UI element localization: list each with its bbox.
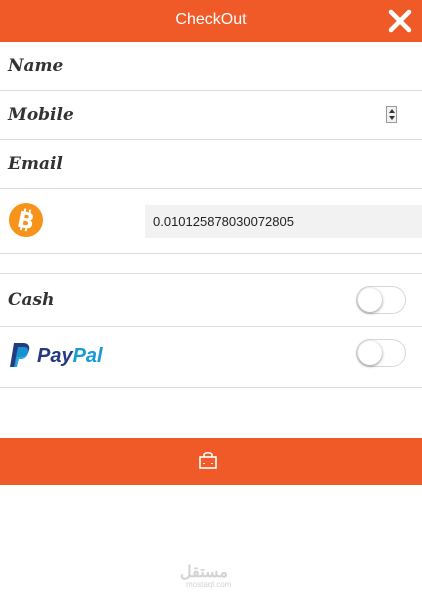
- email-input[interactable]: [60, 146, 382, 178]
- paypal-pal-text: Pal: [72, 345, 103, 367]
- watermark-text: مستقل: [180, 564, 228, 581]
- cash-label: Cash: [8, 290, 55, 310]
- name-row: Name: [0, 42, 422, 91]
- spinner-up-icon[interactable]: [389, 109, 395, 113]
- bitcoin-amount: 0.010125878030072805: [145, 205, 422, 238]
- paypal-toggle[interactable]: [356, 339, 406, 367]
- mobile-row: Mobile: [0, 91, 422, 140]
- paypal-toggle-knob: [358, 341, 382, 365]
- close-icon[interactable]: [387, 8, 413, 34]
- email-row: Email: [0, 140, 422, 189]
- name-input[interactable]: [60, 48, 382, 80]
- spacer-row: [0, 254, 422, 274]
- email-label: Email: [8, 154, 63, 174]
- watermark-url: mostaql.com: [186, 580, 232, 589]
- paypal-logo-text: PayPal: [37, 345, 103, 368]
- cash-row: Cash: [0, 274, 422, 327]
- cash-toggle-knob: [358, 288, 382, 312]
- cash-toggle[interactable]: [356, 286, 406, 314]
- checkout-button[interactable]: [0, 438, 422, 485]
- mobile-number-spinner[interactable]: [386, 106, 397, 123]
- paypal-icon: [10, 343, 30, 367]
- spinner-down-icon[interactable]: [389, 116, 395, 120]
- mobile-input[interactable]: [60, 97, 382, 129]
- header-bar: CheckOut: [0, 0, 422, 42]
- shopping-bag-icon: [199, 451, 217, 469]
- page-title: CheckOut: [175, 11, 247, 28]
- paypal-pay-text: Pay: [37, 345, 73, 367]
- bitcoin-icon: B: [9, 203, 43, 237]
- name-label: Name: [8, 56, 64, 76]
